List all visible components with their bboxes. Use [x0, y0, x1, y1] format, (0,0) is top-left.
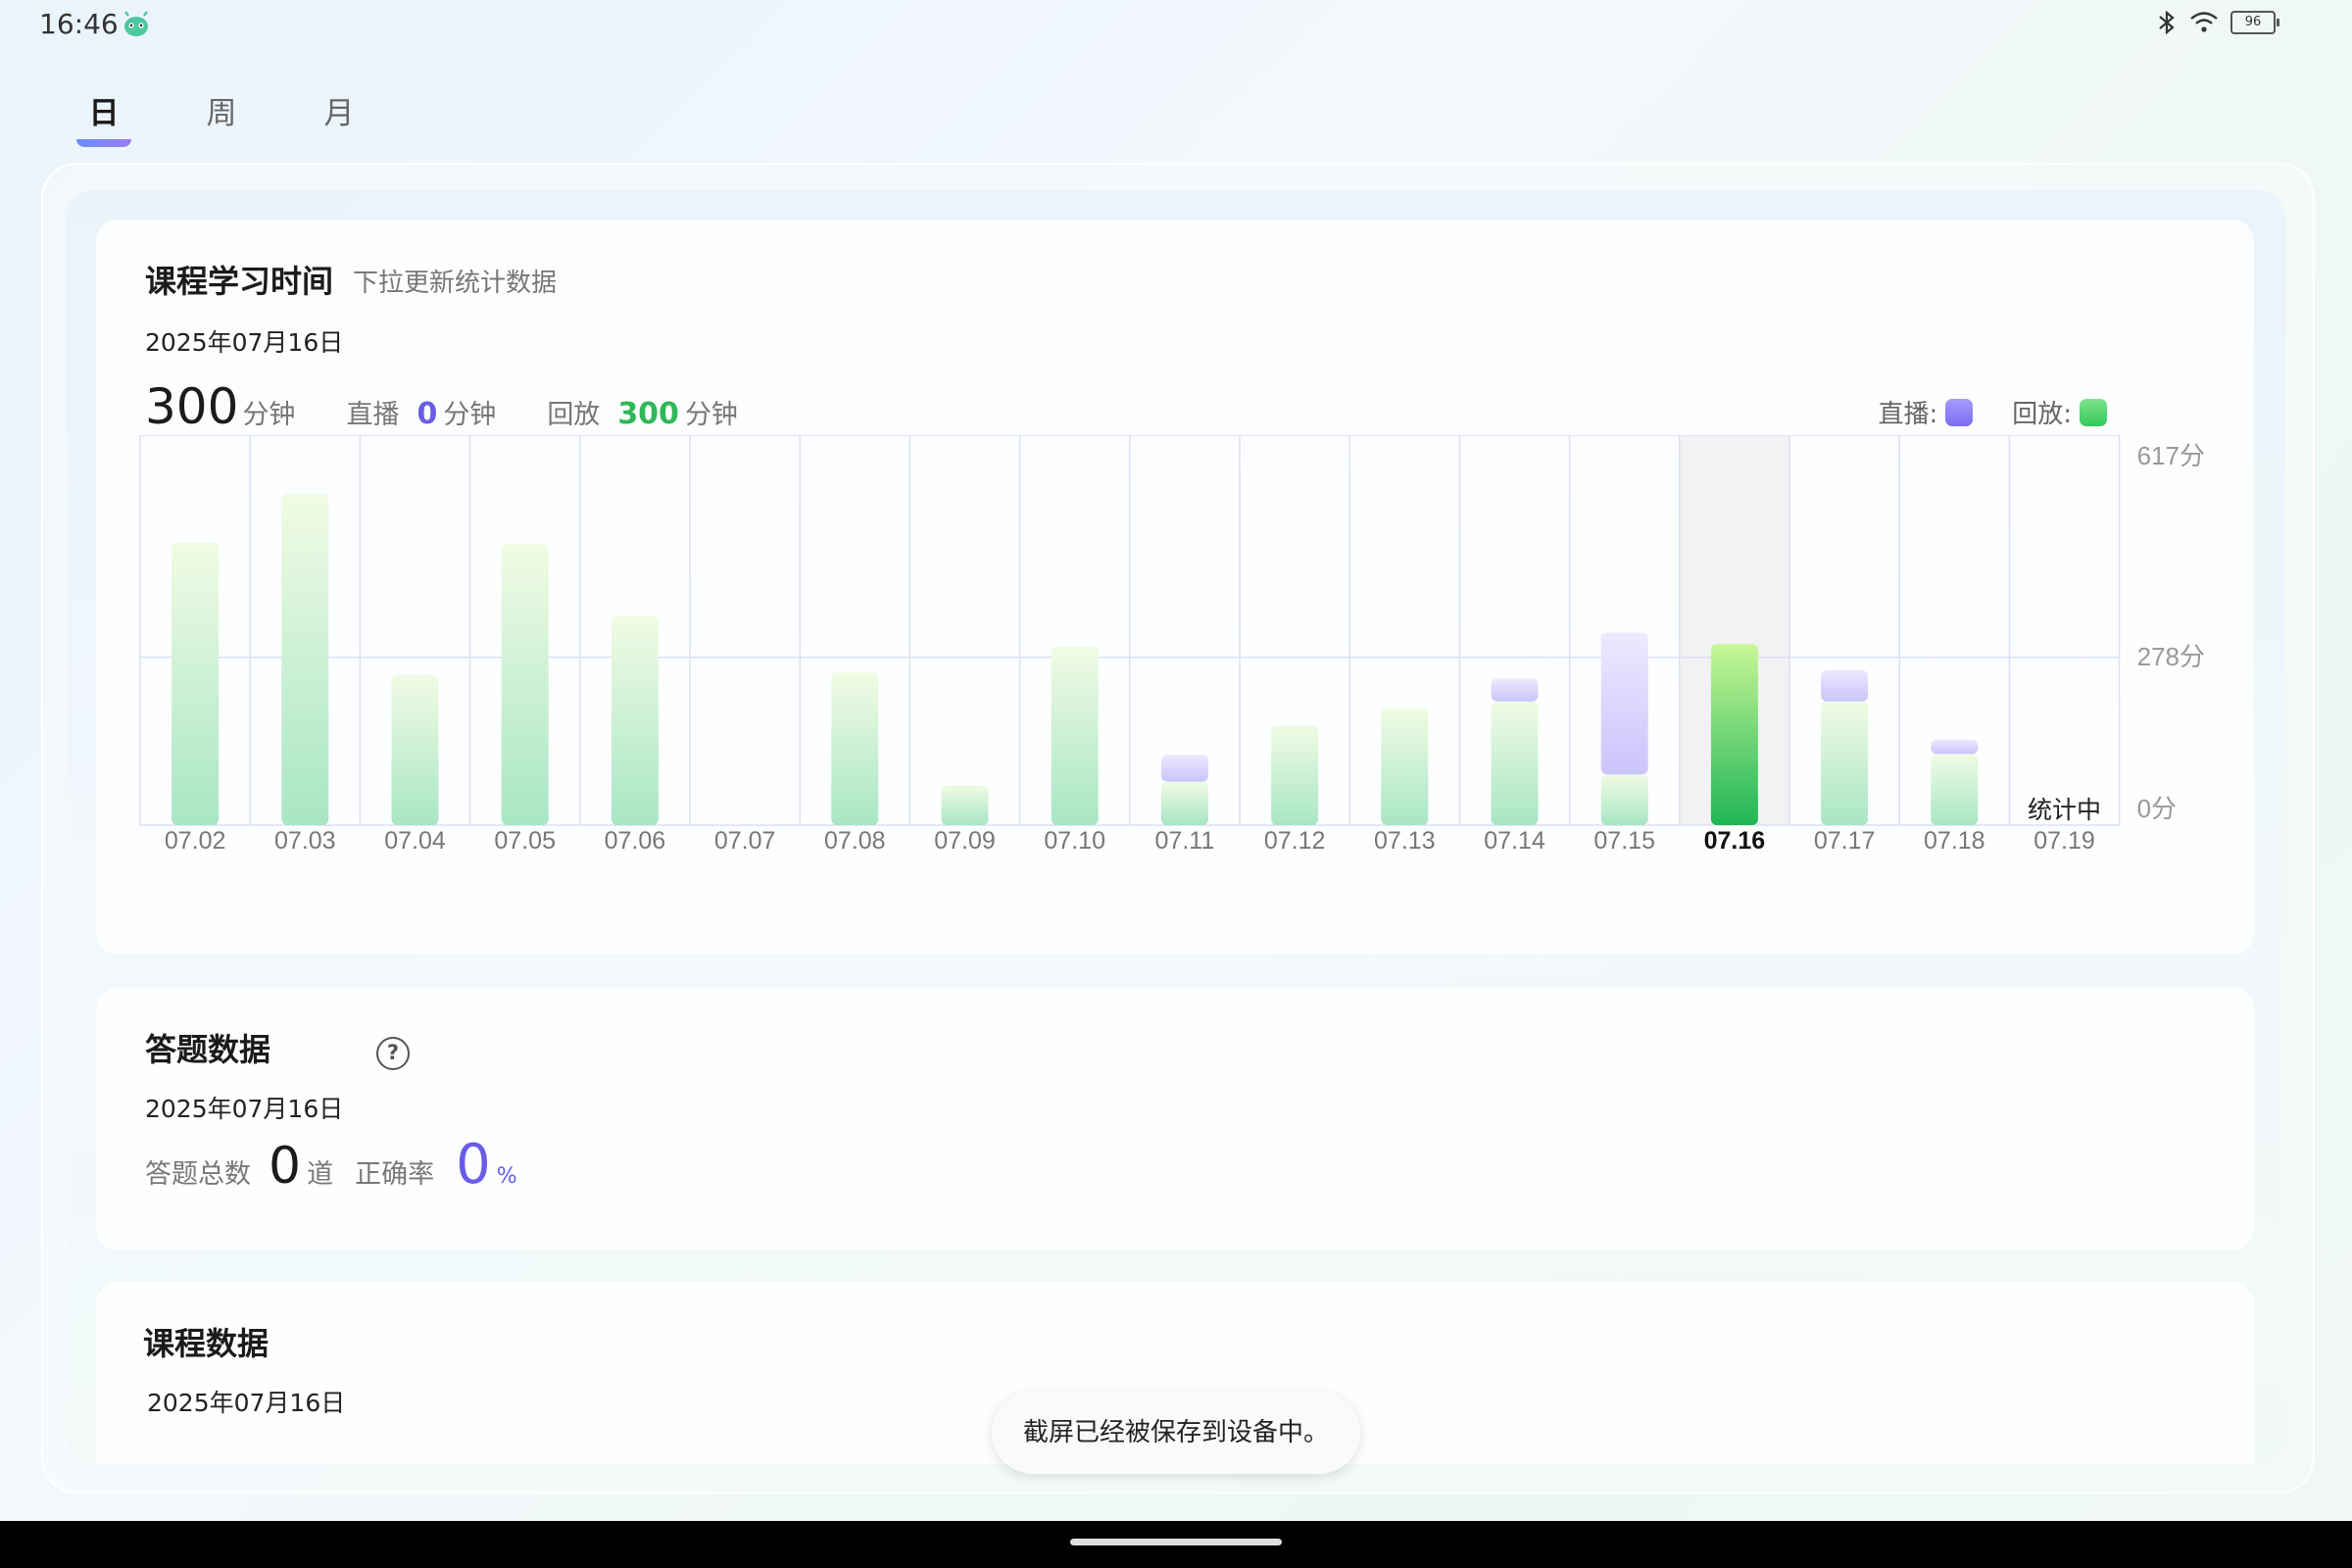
quiz-date: 2025年07月16日	[145, 1095, 344, 1123]
x-tick-label: 07.06	[605, 827, 666, 855]
screenshot-toast: 截屏已经被保存到设备中。	[992, 1392, 1360, 1474]
legend-replay-swatch	[2080, 398, 2107, 426]
study-time-date: 2025年07月16日	[145, 328, 344, 357]
x-tick-label: 07.05	[494, 827, 556, 855]
study-time-chart: 617分 278分 0分 07.02 07.03 07.04 07.05 07.06 07.07…	[139, 435, 2205, 855]
x-tick-label: 07.11	[1155, 827, 1215, 855]
total-minutes: 300	[145, 378, 239, 435]
x-tick-label: 07.08	[824, 827, 886, 855]
live-minutes: 0	[416, 397, 438, 431]
accuracy-value: 0	[456, 1133, 491, 1197]
tab-month[interactable]: 月	[310, 88, 368, 132]
x-tick-label: 07.16	[1704, 827, 1766, 855]
study-time-title: 课程学习时间	[145, 263, 334, 300]
bar-replay	[501, 543, 549, 825]
accuracy-unit: %	[496, 1164, 517, 1189]
tab-week-label: 周	[206, 96, 237, 131]
x-tick-label: 07.03	[274, 827, 336, 855]
bar-live	[1160, 754, 1208, 782]
study-time-card: 课程学习时间 下拉更新统计数据 2025年07月16日 300 分钟 直播 0 …	[96, 220, 2254, 955]
bar-replay	[1600, 774, 1648, 825]
bar-replay	[941, 785, 989, 825]
chart-legend: 直播: 回放:	[1878, 394, 2107, 430]
x-tick-label: 07.19	[2034, 827, 2095, 855]
legend-live-swatch	[1945, 398, 1974, 426]
bar-live	[1600, 632, 1648, 775]
x-tick-label: 07.14	[1484, 827, 1545, 855]
x-tick-label: 07.13	[1374, 827, 1436, 855]
refresh-hint: 下拉更新统计数据	[353, 269, 558, 298]
help-icon[interactable]: ?	[376, 1037, 410, 1070]
bar-replay	[1931, 754, 1979, 825]
x-tick-label: 07.02	[165, 827, 226, 855]
x-tick-label: 07.10	[1044, 827, 1105, 855]
x-tick-label: 07.04	[384, 827, 446, 855]
y-tick-label: 278分	[2137, 642, 2205, 671]
total-unit: 分钟	[242, 400, 296, 430]
live-unit: 分钟	[443, 400, 497, 430]
wifi-icon	[2190, 12, 2218, 32]
live-label: 直播	[346, 400, 400, 430]
status-bar: 16:46 96	[0, 0, 2352, 49]
study-time-summary: 300 分钟 直播 0 分钟 回放 300 分钟	[145, 378, 738, 435]
quiz-total-unit: 道	[307, 1159, 334, 1190]
battery-level: 96	[2244, 15, 2262, 29]
bar-replay	[172, 542, 220, 825]
bar-live	[1931, 739, 1979, 755]
bar-replay	[1821, 701, 1869, 825]
tab-week[interactable]: 周	[192, 88, 251, 132]
quiz-summary: 答题总数 0 道 正确率 0 %	[145, 1133, 517, 1197]
quiz-total-value: 0	[269, 1137, 302, 1196]
replay-unit: 分钟	[684, 400, 738, 430]
battery-icon: 96	[2230, 11, 2279, 34]
x-tick-label: 07.17	[1814, 827, 1876, 855]
navigation-bar	[0, 1521, 2352, 1568]
bar-replay	[1381, 708, 1429, 825]
bar-replay	[391, 674, 439, 825]
bar-replay	[1160, 781, 1208, 825]
bar-replay	[611, 615, 659, 825]
replay-minutes: 300	[617, 397, 679, 431]
pending-label: 统计中	[2028, 797, 2101, 824]
x-tick-label: 07.07	[714, 827, 776, 855]
bar-replay	[1271, 725, 1319, 825]
y-tick-label: 617分	[2137, 441, 2205, 470]
tab-month-label: 月	[323, 96, 355, 131]
y-tick-label: 0分	[2137, 794, 2177, 823]
quiz-title: 答题数据	[145, 1031, 271, 1068]
x-tick-label: 07.09	[934, 827, 996, 855]
tab-active-indicator	[76, 139, 131, 147]
x-tick-label: 07.15	[1593, 827, 1655, 855]
quiz-card: 答题数据 ? 2025年07月16日 答题总数 0 道 正确率 0 %	[96, 988, 2254, 1250]
content-scroll-area[interactable]: 课程学习时间 下拉更新统计数据 2025年07月16日 300 分钟 直播 0 …	[67, 190, 2285, 1464]
status-time: 16:46	[39, 8, 119, 40]
bluetooth-icon	[2159, 10, 2175, 35]
x-tick-label: 07.12	[1264, 827, 1326, 855]
quiz-total-label: 答题总数	[145, 1159, 251, 1190]
android-robot-icon	[124, 11, 148, 36]
tab-day-label: 日	[88, 96, 120, 131]
course-date: 2025年07月16日	[147, 1389, 346, 1417]
legend-replay-label: 回放:	[2012, 400, 2072, 429]
bar-replay	[1051, 646, 1099, 825]
bar-replay	[831, 672, 879, 825]
accuracy-label: 正确率	[355, 1159, 435, 1190]
replay-label: 回放	[547, 400, 601, 430]
course-title: 课程数据	[143, 1325, 270, 1362]
tab-day[interactable]: 日	[74, 88, 133, 132]
bar-live	[1491, 678, 1539, 702]
bar-replay	[1710, 644, 1758, 825]
bar-live	[1821, 669, 1869, 702]
legend-live-label: 直播:	[1878, 400, 1938, 429]
bar-replay	[281, 493, 329, 825]
x-tick-label: 07.18	[1924, 827, 1985, 855]
bar-replay	[1491, 701, 1539, 825]
home-gesture-handle[interactable]	[1070, 1539, 1282, 1545]
